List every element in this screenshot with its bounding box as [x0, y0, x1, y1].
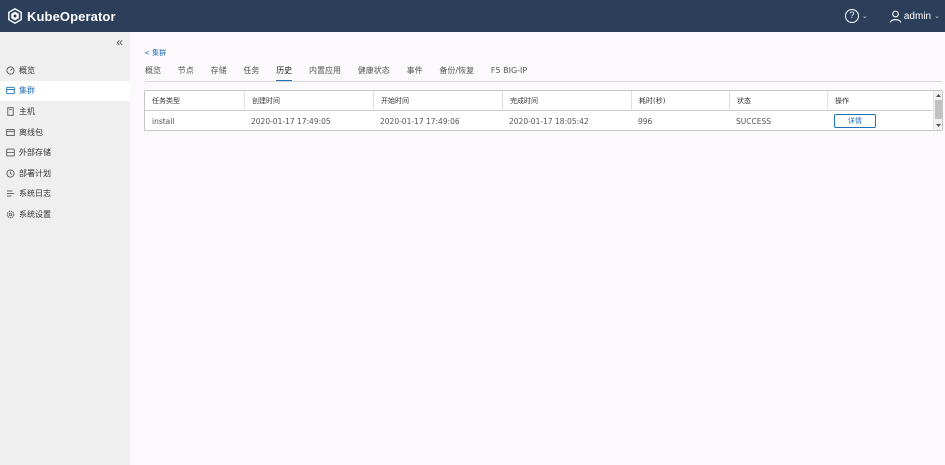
column-header-finished[interactable]: 完成时间: [502, 91, 631, 111]
help-icon: ?: [845, 9, 859, 23]
sidebar-item-offline-package[interactable]: 离线包: [0, 122, 130, 143]
sidebar-item-label: 概览: [19, 65, 35, 75]
cell-task-type: install: [152, 116, 175, 126]
collapse-sidebar-icon[interactable]: «: [116, 36, 123, 48]
sidebar-item-label: 部署计划: [19, 168, 51, 178]
detail-button[interactable]: 详情: [834, 114, 876, 128]
cluster-tabs: 概览 节点 存储 任务 历史 内置应用 健康状态 事件 备份/恢复 F5 BIG…: [145, 66, 544, 82]
dashboard-icon: [6, 66, 15, 75]
sidebar-item-label: 系统日志: [19, 189, 51, 199]
column-header-duration[interactable]: 耗时(秒): [631, 91, 729, 111]
kubeoperator-logo-icon: [8, 8, 22, 24]
table-row: install 2020-01-17 17:49:05 2020-01-17 1…: [145, 111, 933, 130]
sidebar-menu: 概览 集群 主机 离线包 外部存储 部署计划 系统日志 系统设置: [0, 60, 130, 225]
chevron-down-icon: ⌄: [934, 12, 940, 20]
column-header-created[interactable]: 创建时间: [244, 91, 373, 111]
storage-icon: [6, 148, 15, 157]
sidebar-item-external-storage[interactable]: 外部存储: [0, 142, 130, 163]
sidebar-item-system-log[interactable]: 系统日志: [0, 184, 130, 205]
cell-duration: 996: [638, 116, 653, 126]
sidebar-item-overview[interactable]: 概览: [0, 60, 130, 81]
sidebar-item-system-settings[interactable]: 系统设置: [0, 204, 130, 225]
host-icon: [7, 107, 14, 116]
chevron-down-icon: ⌄: [862, 12, 868, 20]
brand[interactable]: KubeOperator: [7, 8, 116, 24]
sidebar-item-label: 离线包: [19, 127, 43, 137]
cell-created: 2020-01-17 17:49:05: [251, 116, 331, 126]
tab-health[interactable]: 健康状态: [358, 66, 390, 82]
sidebar-item-deploy-plan[interactable]: 部署计划: [0, 163, 130, 184]
tab-tasks[interactable]: 任务: [243, 66, 259, 82]
clock-icon: [6, 169, 15, 178]
sidebar: « 概览 集群 主机 离线包 外部存储 部署计划 系统日志 系统设置: [0, 32, 130, 465]
tab-f5-big-ip[interactable]: F5 BIG-IP: [491, 66, 527, 82]
tab-history[interactable]: 历史: [276, 66, 293, 82]
table-scrollbar[interactable]: [933, 91, 942, 130]
column-header-task-type[interactable]: 任务类型: [145, 91, 244, 111]
scrollbar-thumb[interactable]: [935, 100, 942, 119]
tab-nodes[interactable]: 节点: [178, 66, 194, 82]
breadcrumb-back-link[interactable]: < 集群: [144, 48, 166, 58]
sidebar-item-host[interactable]: 主机: [0, 101, 130, 122]
top-header: KubeOperator ? ⌄ admin ⌄: [0, 0, 945, 32]
user-menu[interactable]: admin ⌄: [889, 10, 940, 23]
scroll-down-icon[interactable]: [935, 122, 942, 129]
help-menu[interactable]: ? ⌄: [845, 9, 868, 23]
column-header-action: 操作: [827, 91, 933, 111]
gear-icon: [6, 210, 15, 219]
cell-action: 详情: [827, 111, 933, 130]
sidebar-item-label: 外部存储: [19, 148, 51, 158]
list-icon: [6, 190, 15, 197]
scroll-up-icon[interactable]: [935, 92, 942, 99]
cell-finished: 2020-01-17 18:05:42: [509, 116, 589, 126]
package-icon: [6, 128, 15, 136]
user-icon: [889, 10, 902, 23]
cluster-icon: [6, 87, 15, 95]
sidebar-item-cluster[interactable]: 集群: [0, 80, 130, 102]
history-table: 任务类型 创建时间 开始时间 完成时间 耗时(秒) 状态 操作 install …: [144, 90, 943, 131]
sidebar-item-label: 集群: [19, 86, 35, 96]
sidebar-item-label: 系统设置: [19, 209, 51, 219]
tab-builtin-apps[interactable]: 内置应用: [309, 66, 341, 82]
column-header-status[interactable]: 状态: [729, 91, 827, 111]
tab-storage[interactable]: 存储: [211, 66, 227, 82]
cell-started: 2020-01-17 17:49:06: [380, 116, 460, 126]
column-header-started[interactable]: 开始时间: [373, 91, 502, 111]
tab-backup-restore[interactable]: 备份/恢复: [439, 66, 474, 82]
tabs-divider: [145, 81, 942, 82]
sidebar-item-label: 主机: [19, 106, 35, 116]
status-text: SUCCESS: [736, 116, 771, 126]
tab-overview[interactable]: 概览: [145, 66, 161, 82]
table-header: 任务类型 创建时间 开始时间 完成时间 耗时(秒) 状态 操作: [145, 91, 933, 111]
user-name: admin: [903, 10, 932, 22]
brand-name: KubeOperator: [27, 8, 116, 24]
tab-events[interactable]: 事件: [407, 66, 423, 82]
main-content: < 集群 概览 节点 存储 任务 历史 内置应用 健康状态 事件 备份/恢复 F…: [130, 32, 945, 465]
